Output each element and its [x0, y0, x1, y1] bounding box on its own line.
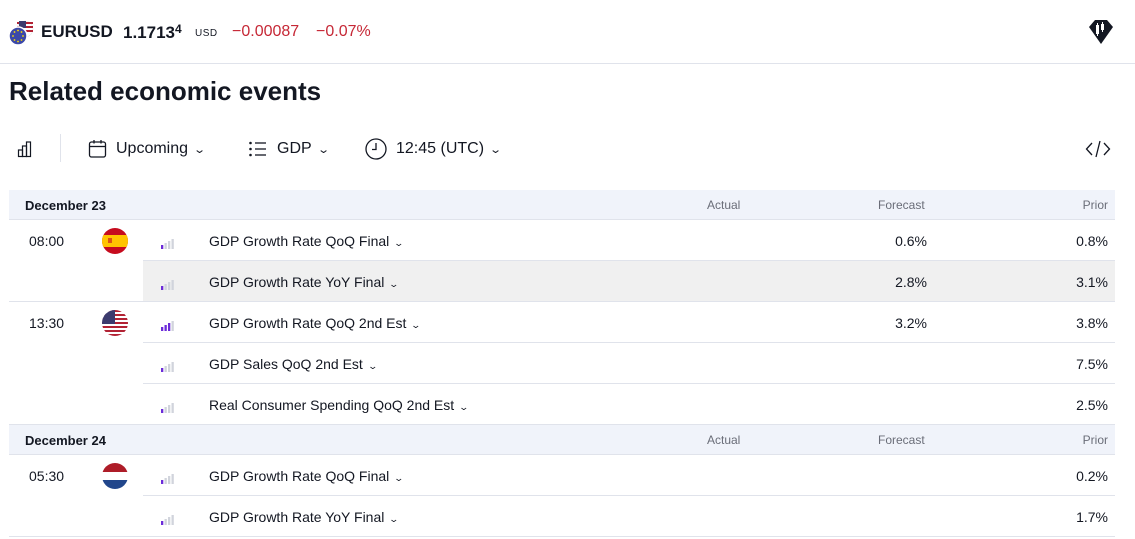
column-actual: Actual — [707, 198, 741, 212]
column-forecast: Forecast — [878, 433, 925, 447]
event-title: GDP Growth Rate QoQ Final — [209, 233, 390, 249]
code-icon — [1085, 140, 1111, 158]
last-price: 1.17134 — [123, 22, 182, 43]
event-row[interactable]: Real Consumer Spending QoQ 2nd Est ⌄ 2.5% — [9, 384, 1115, 425]
event-time: 13:30 — [29, 315, 65, 331]
importance-bars-icon — [161, 471, 175, 484]
event-name[interactable]: GDP Sales QoQ 2nd Est ⌄ — [209, 356, 378, 372]
event-prior: 3.1% — [1076, 274, 1108, 290]
event-forecast: 3.2% — [895, 315, 927, 331]
event-time: 08:00 — [29, 233, 65, 249]
currency-label: USD — [195, 28, 218, 39]
category-dropdown[interactable]: GDP ⌄ — [248, 128, 330, 170]
event-row[interactable]: 13:30 GDP Growth Rate QoQ 2nd Est ⌄ 3.2% 3.8… — [9, 302, 1115, 343]
event-time: 05:30 — [29, 468, 65, 484]
event-title: GDP Growth Rate YoY Final — [209, 509, 385, 525]
time-label: 12:45 (UTC) — [396, 140, 485, 157]
column-prior: Prior — [1082, 198, 1108, 212]
row-divider — [9, 301, 1115, 302]
page-title: Related economic events — [9, 76, 322, 106]
column-prior: Prior — [1082, 433, 1108, 447]
event-row[interactable]: GDP Growth Rate YoY Final ⌄ 1.7% — [9, 496, 1115, 537]
event-prior: 3.8% — [1076, 315, 1108, 331]
column-forecast: Forecast — [878, 198, 925, 212]
event-name[interactable]: GDP Growth Rate YoY Final ⌄ — [209, 274, 400, 290]
event-row[interactable]: 05:30 GDP Growth Rate QoQ Final ⌄ 0.2% — [9, 455, 1115, 496]
period-dropdown[interactable]: Upcoming ⌄ — [88, 128, 207, 170]
date-group-header: December 23 Actual Forecast Prior — [9, 190, 1115, 220]
event-row[interactable]: GDP Sales QoQ 2nd Est ⌄ 7.5% — [9, 343, 1115, 384]
event-title: GDP Sales QoQ 2nd Est — [209, 356, 363, 372]
chevron-down-icon: ⌄ — [458, 402, 470, 412]
us-flag-icon — [102, 310, 128, 336]
event-title: GDP Growth Rate QoQ 2nd Est — [209, 315, 407, 331]
event-title: GDP Growth Rate YoY Final — [209, 274, 385, 290]
event-name[interactable]: GDP Growth Rate YoY Final ⌄ — [209, 509, 400, 525]
symbol-name[interactable]: EURUSD — [41, 22, 113, 42]
date-group-header: December 24 Actual Forecast Prior — [9, 425, 1115, 455]
importance-bars-icon — [161, 359, 175, 372]
event-title: Real Consumer Spending QoQ 2nd Est — [209, 397, 455, 413]
chevron-down-icon: ⌄ — [393, 238, 405, 248]
event-prior: 1.7% — [1076, 509, 1108, 525]
event-name[interactable]: GDP Growth Rate QoQ Final ⌄ — [209, 468, 405, 484]
event-prior: 0.2% — [1076, 468, 1108, 484]
event-forecast: 2.8% — [895, 274, 927, 290]
spain-flag-icon — [102, 228, 128, 254]
netherlands-flag-icon — [102, 463, 128, 489]
chevron-down-icon: ⌄ — [367, 361, 378, 371]
chevron-down-icon: ⌄ — [193, 143, 207, 156]
eurusd-flag-icon — [8, 20, 34, 46]
importance-bars-icon — [161, 318, 175, 331]
chevron-down-icon: ⌄ — [489, 143, 503, 156]
event-prior: 2.5% — [1076, 397, 1108, 413]
chart-view-button[interactable] — [17, 128, 35, 170]
category-label: GDP — [277, 140, 312, 157]
tradingview-logo-icon[interactable] — [1087, 19, 1115, 45]
filter-toolbar: Upcoming ⌄ GDP ⌄ 12:45 (UTC) ⌄ — [0, 128, 1135, 170]
importance-bars-icon — [161, 512, 175, 525]
event-prior: 0.8% — [1076, 233, 1108, 249]
chevron-down-icon: ⌄ — [316, 143, 330, 156]
chevron-down-icon: ⌄ — [388, 279, 400, 289]
event-row[interactable]: 08:00 GDP Growth Rate QoQ Final ⌄ 0.6% 0.8% — [9, 220, 1115, 261]
events-table: December 23 Actual Forecast Prior 08:00 GDP G… — [9, 190, 1115, 537]
price-change: −0.00087 — [232, 23, 300, 40]
price-superscript: 4 — [175, 22, 182, 36]
chevron-down-icon: ⌄ — [388, 514, 400, 524]
embed-code-button[interactable] — [1085, 128, 1111, 170]
chevron-down-icon: ⌄ — [410, 320, 422, 330]
price-change-percent: −0.07% — [316, 23, 371, 40]
importance-bars-icon — [161, 277, 175, 290]
period-label: Upcoming — [116, 140, 189, 157]
column-actual: Actual — [707, 433, 741, 447]
clock-icon — [365, 138, 387, 160]
symbol-header: EURUSD 1.17134 USD −0.00087 −0.07% — [0, 0, 1135, 64]
event-name[interactable]: GDP Growth Rate QoQ 2nd Est ⌄ — [209, 315, 422, 331]
importance-bars-icon — [161, 400, 175, 413]
chevron-down-icon: ⌄ — [393, 473, 405, 483]
event-forecast: 0.6% — [895, 233, 927, 249]
event-title: GDP Growth Rate QoQ Final — [209, 468, 390, 484]
price-main: 1.1713 — [123, 23, 175, 42]
bar-chart-icon — [17, 141, 32, 158]
event-row[interactable]: GDP Growth Rate YoY Final ⌄ 2.8% 3.1% — [9, 261, 1115, 302]
event-prior: 7.5% — [1076, 356, 1108, 372]
event-name[interactable]: Real Consumer Spending QoQ 2nd Est ⌄ — [209, 397, 470, 413]
date-label: December 23 — [25, 198, 106, 213]
date-label: December 24 — [25, 433, 106, 448]
row-divider — [9, 536, 1115, 537]
importance-bars-icon — [161, 236, 175, 249]
toolbar-divider — [60, 134, 61, 162]
event-name[interactable]: GDP Growth Rate QoQ Final ⌄ — [209, 233, 405, 249]
list-icon — [249, 141, 266, 157]
calendar-icon — [88, 140, 107, 158]
timezone-dropdown[interactable]: 12:45 (UTC) ⌄ — [365, 128, 503, 170]
